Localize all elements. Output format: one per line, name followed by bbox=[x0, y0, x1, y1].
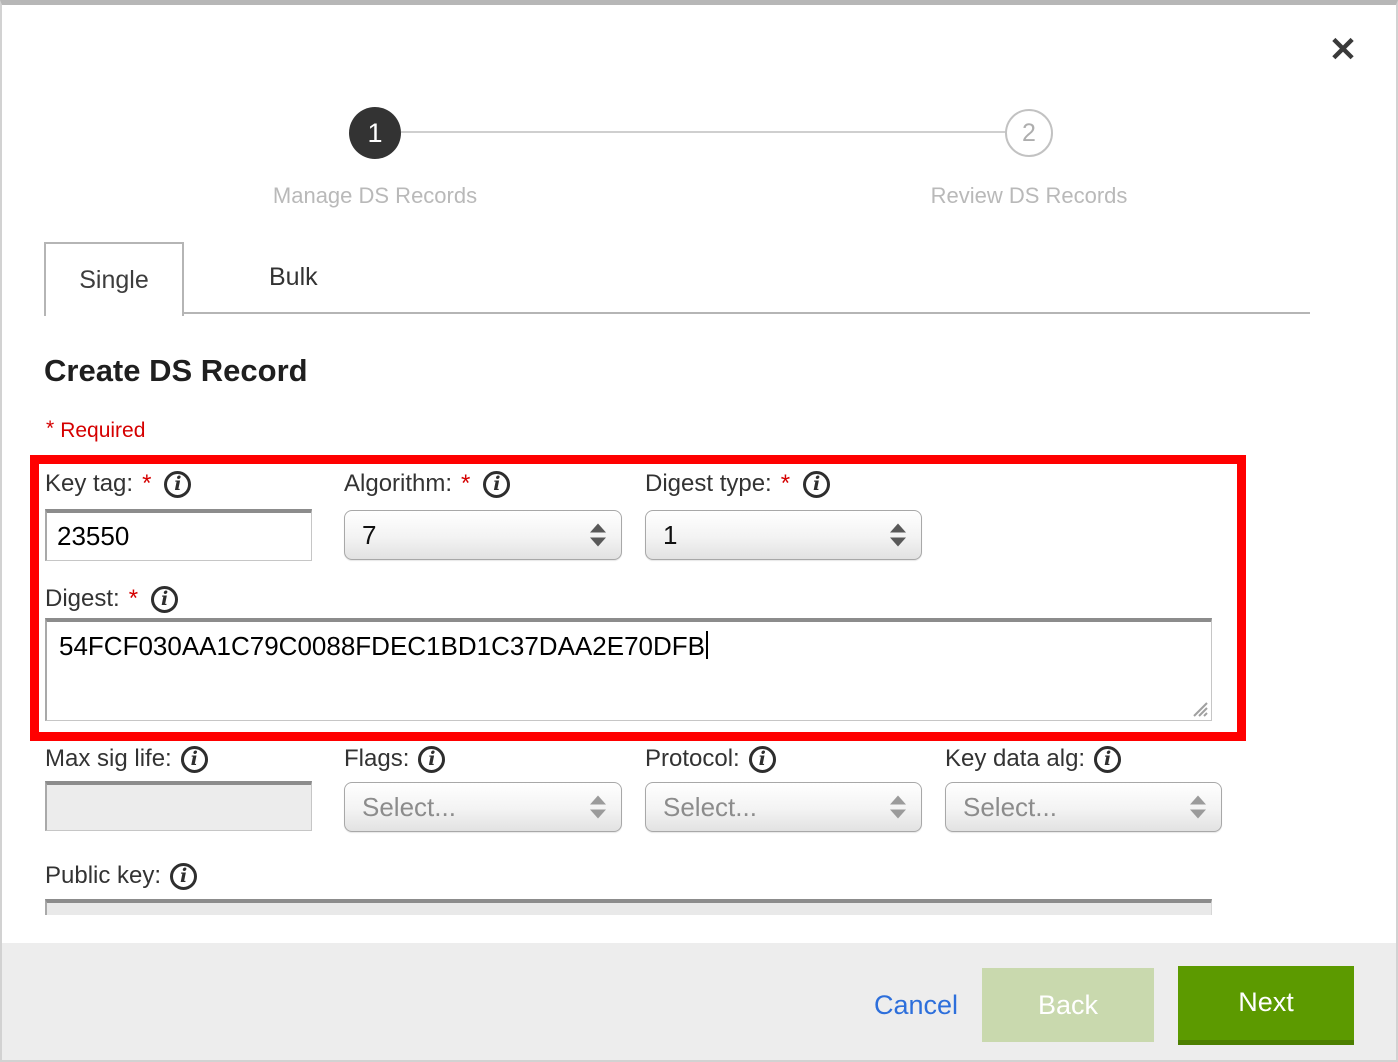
key-tag-input[interactable] bbox=[45, 509, 312, 561]
max-sig-life-input[interactable] bbox=[45, 781, 312, 831]
key-data-alg-select[interactable]: Select... bbox=[945, 782, 1222, 832]
key-data-alg-info-icon[interactable]: i bbox=[1094, 746, 1121, 773]
key-tag-required-asterisk: * bbox=[142, 470, 151, 498]
protocol-selected-value: Select... bbox=[663, 792, 757, 823]
step-2-number: 2 bbox=[1022, 119, 1036, 148]
tab-bulk[interactable]: Bulk bbox=[226, 242, 361, 312]
key-tag-label: Key tag: * i bbox=[45, 470, 191, 498]
tab-bar: Single Bulk bbox=[44, 242, 1310, 314]
max-sig-life-label-text: Max sig life: bbox=[45, 745, 172, 773]
back-button[interactable]: Back bbox=[982, 968, 1154, 1042]
digest-type-select[interactable]: 1 bbox=[645, 510, 922, 560]
text-cursor bbox=[706, 631, 708, 659]
digest-textarea[interactable]: 54FCF030AA1C79C0088FDEC1BD1C37DAA2E70DFB bbox=[45, 618, 1212, 721]
public-key-label-text: Public key: bbox=[45, 862, 161, 890]
step-1-indicator: 1 bbox=[349, 107, 401, 159]
required-asterisk: * bbox=[46, 417, 54, 440]
spinner-arrows-icon bbox=[890, 796, 906, 819]
spinner-arrows-icon bbox=[1190, 796, 1206, 819]
spinner-arrows-icon bbox=[890, 524, 906, 547]
digest-info-icon[interactable]: i bbox=[151, 586, 178, 613]
algorithm-label-text: Algorithm: bbox=[344, 470, 452, 498]
key-data-alg-label: Key data alg: i bbox=[945, 745, 1121, 773]
protocol-label: Protocol: i bbox=[645, 745, 776, 773]
tab-single-label: Single bbox=[79, 266, 149, 295]
flags-select[interactable]: Select... bbox=[344, 782, 622, 832]
algorithm-selected-value: 7 bbox=[362, 520, 376, 551]
required-note: * Required bbox=[46, 417, 145, 443]
digest-type-selected-value: 1 bbox=[663, 520, 677, 551]
key-data-alg-selected-value: Select... bbox=[963, 792, 1057, 823]
algorithm-select[interactable]: 7 bbox=[344, 510, 622, 560]
key-data-alg-label-text: Key data alg: bbox=[945, 745, 1085, 773]
flags-selected-value: Select... bbox=[362, 792, 456, 823]
digest-required-asterisk: * bbox=[129, 585, 138, 613]
algorithm-label: Algorithm: * i bbox=[344, 470, 510, 498]
resize-handle-icon[interactable] bbox=[1188, 697, 1208, 717]
max-sig-life-label: Max sig life: i bbox=[45, 745, 208, 773]
digest-type-required-asterisk: * bbox=[781, 470, 790, 498]
stepper-connector-line bbox=[401, 131, 1007, 133]
protocol-label-text: Protocol: bbox=[645, 745, 740, 773]
public-key-textarea[interactable] bbox=[45, 899, 1212, 915]
public-key-label: Public key: i bbox=[45, 862, 197, 890]
digest-type-label: Digest type: * i bbox=[645, 470, 830, 498]
step-2-indicator: 2 bbox=[1005, 109, 1053, 157]
page-title: Create DS Record bbox=[44, 353, 308, 389]
digest-type-info-icon[interactable]: i bbox=[803, 471, 830, 498]
step-1-number: 1 bbox=[367, 118, 382, 149]
flags-label-text: Flags: bbox=[344, 745, 409, 773]
digest-label-text: Digest: bbox=[45, 585, 120, 613]
tab-single[interactable]: Single bbox=[44, 242, 184, 316]
next-button[interactable]: Next bbox=[1178, 966, 1354, 1045]
digest-label: Digest: * i bbox=[45, 585, 178, 613]
step-2-label: Review DS Records bbox=[869, 183, 1189, 209]
step-1-label: Manage DS Records bbox=[215, 183, 535, 209]
algorithm-required-asterisk: * bbox=[461, 470, 470, 498]
digest-type-label-text: Digest type: bbox=[645, 470, 772, 498]
close-icon[interactable]: ✕ bbox=[1320, 27, 1366, 73]
modal-footer: Cancel Back Next bbox=[2, 943, 1396, 1062]
protocol-info-icon[interactable]: i bbox=[749, 746, 776, 773]
key-tag-info-icon[interactable]: i bbox=[164, 471, 191, 498]
public-key-info-icon[interactable]: i bbox=[170, 863, 197, 890]
max-sig-life-info-icon[interactable]: i bbox=[181, 746, 208, 773]
required-note-text: Required bbox=[60, 419, 145, 442]
flags-label: Flags: i bbox=[344, 745, 445, 773]
create-ds-record-modal: ✕ 1 2 Manage DS Records Review DS Record… bbox=[0, 0, 1398, 1062]
protocol-select[interactable]: Select... bbox=[645, 782, 922, 832]
digest-value: 54FCF030AA1C79C0088FDEC1BD1C37DAA2E70DFB bbox=[59, 631, 705, 661]
spinner-arrows-icon bbox=[590, 796, 606, 819]
spinner-arrows-icon bbox=[590, 524, 606, 547]
flags-info-icon[interactable]: i bbox=[418, 746, 445, 773]
algorithm-info-icon[interactable]: i bbox=[483, 471, 510, 498]
cancel-button[interactable]: Cancel bbox=[874, 990, 958, 1021]
key-tag-label-text: Key tag: bbox=[45, 470, 133, 498]
tab-bulk-label: Bulk bbox=[269, 263, 318, 292]
